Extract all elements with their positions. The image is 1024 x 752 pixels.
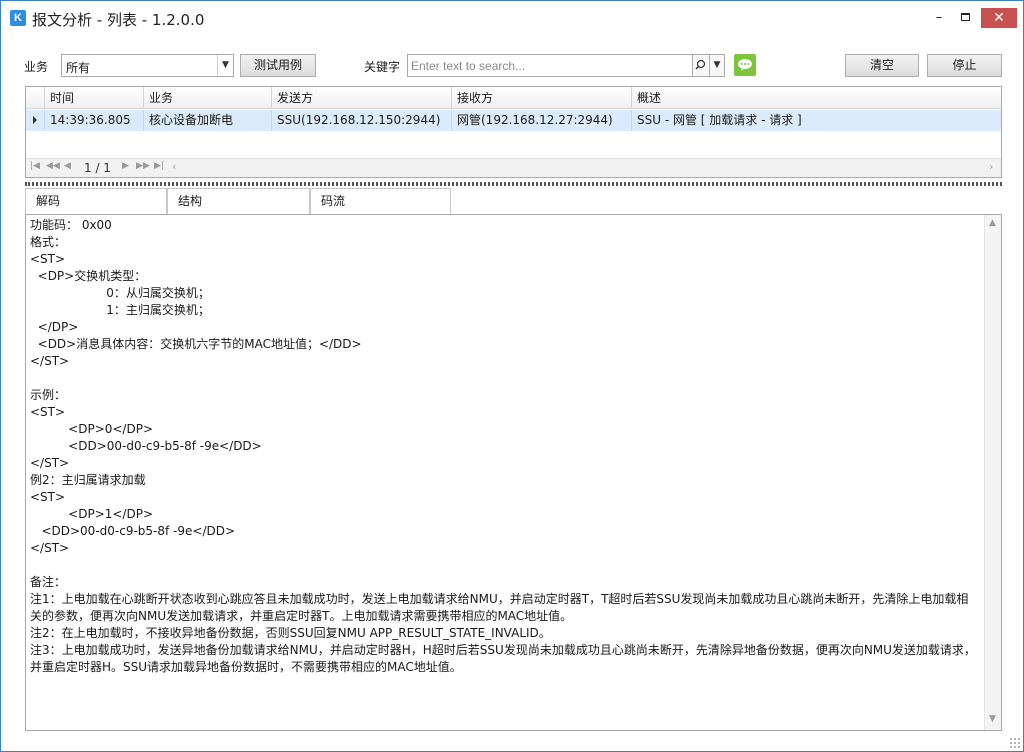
- search-input[interactable]: [411, 56, 691, 75]
- next-fast-icon[interactable]: ▶▶: [136, 161, 150, 171]
- tab-decode[interactable]: 解码: [25, 188, 167, 214]
- detail-tabs: 解码 结构 码流: [25, 188, 1002, 214]
- chat-bubble-icon: [738, 59, 752, 71]
- column-header-receiver[interactable]: 接收方: [451, 87, 631, 109]
- chevron-down-icon: ▼: [713, 60, 721, 70]
- business-label: 业务: [24, 60, 49, 74]
- minimize-icon: –: [935, 10, 943, 25]
- column-header-summary[interactable]: 概述: [631, 87, 1001, 109]
- search-icon: [695, 59, 706, 70]
- cell-time[interactable]: 14:39:36.805: [44, 110, 143, 131]
- message-grid: 时间 业务 发送方 接收方 概述 14:39:36.805 核心设备加断电 SS…: [25, 86, 1002, 178]
- search-box: [407, 54, 693, 77]
- grid-header-indicator: [26, 87, 44, 109]
- last-page-icon[interactable]: ▶|: [154, 161, 164, 171]
- close-icon: ✕: [993, 10, 1005, 26]
- keyword-label: 关键字: [364, 60, 401, 74]
- resize-grip-icon[interactable]: [1009, 737, 1021, 749]
- column-header-time[interactable]: 时间: [44, 87, 143, 109]
- panel-splitter[interactable]: [25, 182, 1002, 186]
- window-title: 报文分析 - 列表 - 1.2.0.0: [32, 11, 205, 29]
- scroll-left-icon[interactable]: ‹: [172, 160, 176, 173]
- business-select-value: 所有: [66, 61, 91, 75]
- app-logo-icon: K: [10, 10, 26, 26]
- page-indicator: 1 / 1: [84, 161, 111, 175]
- scroll-up-icon[interactable]: ▲: [989, 218, 996, 228]
- maximize-icon: [960, 12, 970, 21]
- tab-stream[interactable]: 码流: [310, 188, 451, 214]
- vertical-scrollbar[interactable]: ▲ ▼: [984, 215, 1001, 730]
- structure-text[interactable]: 功能码： 0x00 格式： <ST> <DP>交换机类型： 0：从归属交换机； …: [30, 217, 980, 727]
- cell-business[interactable]: 核心设备加断电: [143, 110, 271, 131]
- column-header-business[interactable]: 业务: [143, 87, 271, 109]
- cell-sender[interactable]: SSU(192.168.12.150:2944): [271, 110, 451, 131]
- cell-summary[interactable]: SSU - 网管 [ 加载请求 - 请求 ]: [631, 110, 1001, 131]
- chat-button[interactable]: [734, 54, 756, 76]
- prev-page-icon[interactable]: ◀: [64, 161, 71, 171]
- test-case-button[interactable]: 测试用例: [240, 54, 316, 77]
- first-page-icon[interactable]: |◀: [30, 161, 40, 171]
- app-window: K 报文分析 - 列表 - 1.2.0.0 – ✕ 业务 所有 ▼ 测试用例 关…: [0, 0, 1024, 752]
- clear-button[interactable]: 清空: [845, 54, 919, 77]
- prev-fast-icon[interactable]: ◀◀: [46, 161, 60, 171]
- maximize-button[interactable]: [951, 9, 979, 27]
- business-select[interactable]: 所有 ▼: [61, 54, 234, 77]
- tab-structure[interactable]: 结构: [167, 188, 310, 214]
- scroll-down-icon[interactable]: ▼: [989, 714, 996, 724]
- detail-panel: 功能码： 0x00 格式： <ST> <DP>交换机类型： 0：从归属交换机； …: [25, 214, 1002, 731]
- row-indicator-icon: [33, 116, 37, 124]
- minimize-button[interactable]: –: [925, 9, 953, 27]
- close-button[interactable]: ✕: [981, 8, 1017, 28]
- table-row[interactable]: 14:39:36.805 核心设备加断电 SSU(192.168.12.150:…: [26, 110, 1001, 131]
- search-button[interactable]: [693, 54, 710, 77]
- grid-pager: |◀ ◀◀ ◀ 1 / 1 ▶ ▶▶ ▶| ‹ ›: [26, 158, 1001, 177]
- title-bar[interactable]: K 报文分析 - 列表 - 1.2.0.0 – ✕: [1, 1, 1023, 35]
- grid-header: 时间 业务 发送方 接收方 概述: [26, 87, 1001, 109]
- cell-receiver[interactable]: 网管(192.168.12.27:2944): [451, 110, 631, 131]
- next-page-icon[interactable]: ▶: [122, 161, 129, 171]
- stop-button[interactable]: 停止: [927, 54, 1002, 77]
- column-header-sender[interactable]: 发送方: [271, 87, 451, 109]
- scroll-right-icon[interactable]: ›: [989, 160, 993, 173]
- search-dropdown-button[interactable]: ▼: [710, 54, 725, 77]
- chevron-down-icon[interactable]: ▼: [217, 55, 233, 76]
